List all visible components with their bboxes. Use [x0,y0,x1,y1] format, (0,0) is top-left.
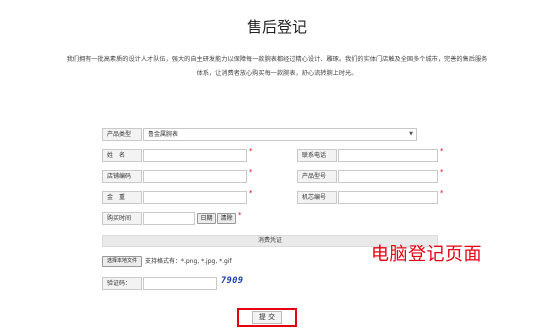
dropdown-arrow-icon: ▼ [409,131,413,137]
purchase-time-label: 购买时间 [102,212,142,225]
name-input[interactable] [143,149,247,162]
phone-label: 联系电话 [297,149,337,162]
intro-text: 我们拥有一批高素质的设计人才队伍，强大的自主研发能力以保障每一款腕表都经过精心设… [30,53,524,81]
product-type-select[interactable]: 鲁金属腕表 ▼ [143,128,417,141]
product-type-value: 鲁金属腕表 [148,131,179,138]
submit-button[interactable]: 提 交 [237,308,297,327]
required-mark: * [440,147,444,155]
intro-line-1: 我们拥有一批高素质的设计人才队伍，强大的自主研发能力以保障每一款腕表都经过精心设… [66,56,488,63]
required-mark: * [440,168,444,176]
required-mark: * [249,147,253,155]
phone-input[interactable] [338,149,438,162]
movement-input[interactable] [338,191,438,204]
weight-label: 金 重 [102,191,142,204]
purchase-time-input[interactable] [143,212,195,225]
product-type-label: 产品类型 [102,128,142,141]
captcha-label: 验证码： [102,277,142,290]
weight-input[interactable] [143,191,247,204]
file-format-hint: 支持格式有：*.png, *.jpg, *.gif [145,258,232,265]
page-title: 售后登记 [246,18,307,36]
overlay-caption: 电脑登记页面 [371,244,482,265]
required-mark: * [238,211,242,219]
movement-label: 机芯编号 [297,191,337,204]
clear-button[interactable]: 清除 [217,213,236,224]
model-label: 产品型号 [297,170,337,183]
date-button[interactable]: 日期 [197,213,216,224]
submit-label: 提 交 [251,311,283,324]
store-code-input[interactable] [143,170,247,183]
choose-file-button[interactable]: 选择本地文件 [102,256,142,267]
captcha-input[interactable] [143,277,217,290]
required-mark: * [440,189,444,197]
required-mark: * [249,189,253,197]
intro-line-2: 体系，让消费者放心购买每一款腕表，舒心流转腕上时光。 [196,70,358,77]
required-mark: * [249,168,253,176]
model-input[interactable] [338,170,438,183]
captcha-image[interactable]: 7909 [221,276,243,286]
store-code-label: 店铺编码 [102,170,142,183]
name-label: 姓 名 [102,149,142,162]
